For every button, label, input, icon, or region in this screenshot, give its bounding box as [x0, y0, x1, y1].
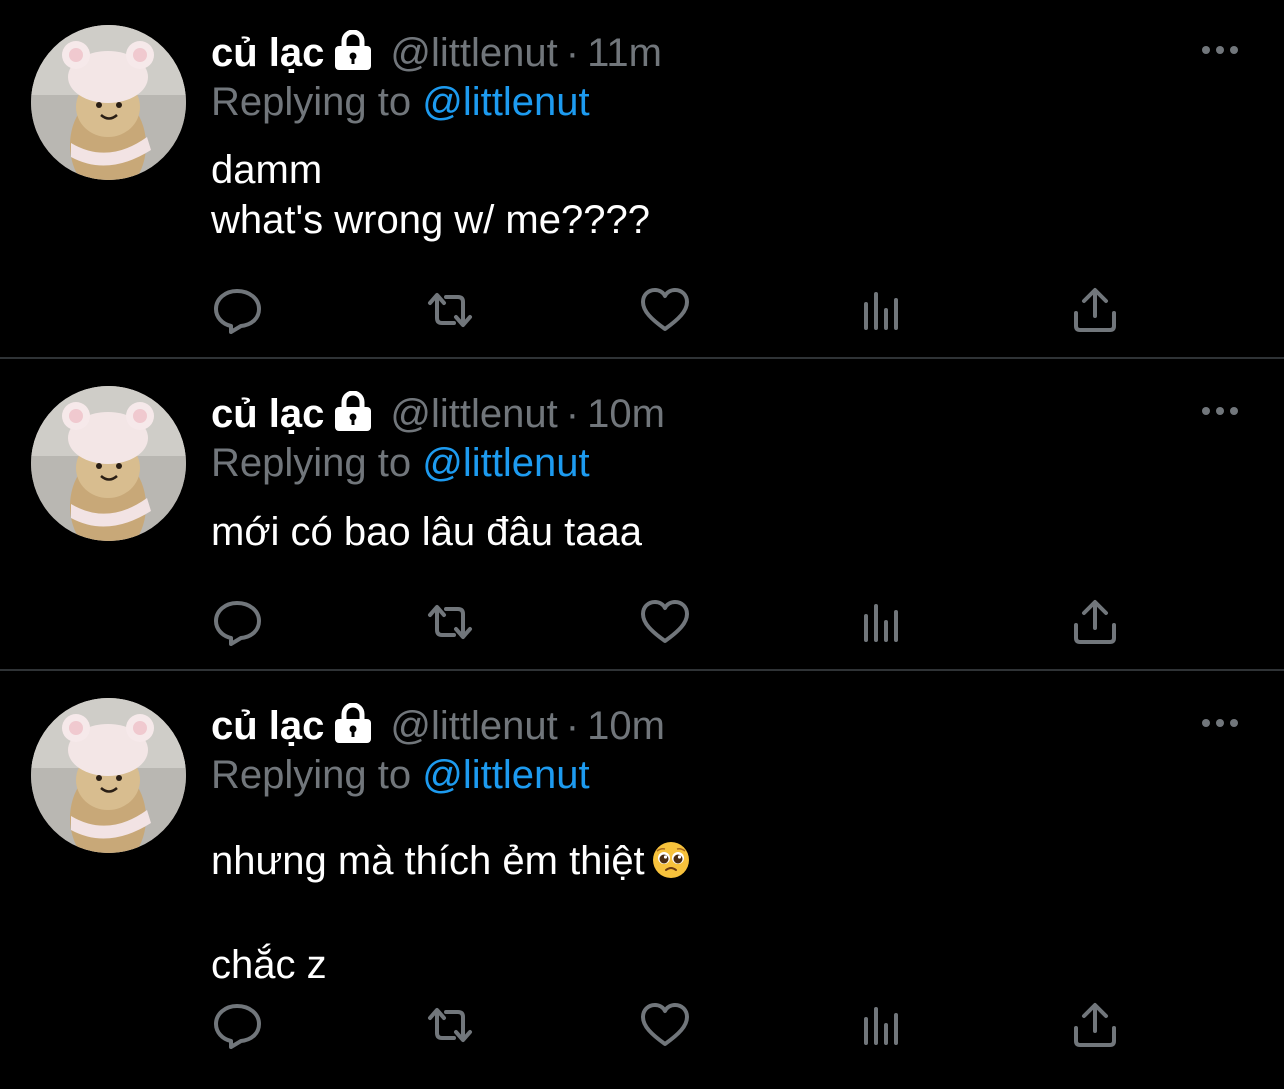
- user-handle[interactable]: @littlenut: [390, 31, 557, 75]
- timestamp[interactable]: 11m: [587, 31, 662, 75]
- lock-icon: [335, 30, 372, 70]
- share-icon: [1074, 600, 1116, 644]
- views-icon: [864, 1007, 898, 1045]
- share-icon: [1074, 1003, 1116, 1047]
- heart-icon: [641, 288, 689, 331]
- retweet-button[interactable]: [424, 1001, 476, 1049]
- replying-to-label: Replying to: [211, 753, 412, 797]
- like-button[interactable]: [639, 1001, 691, 1049]
- like-button[interactable]: [639, 598, 691, 646]
- tweet-text: damm what's wrong w/ me????: [211, 145, 650, 245]
- tweet-text-line-with-emoji: nhưng mà thích ẻm thiệt: [211, 835, 691, 887]
- tweet-actions: [211, 1001, 1131, 1051]
- avatar-image: [31, 698, 186, 853]
- tweet-header: củ lạc @littlenut · 11m: [211, 28, 662, 78]
- lock-icon: [335, 391, 372, 431]
- separator-dot: ·: [565, 31, 580, 75]
- separator-dot: ·: [565, 704, 580, 748]
- user-handle[interactable]: @littlenut: [390, 704, 557, 748]
- tweet[interactable]: củ lạc @littlenut · 10m Replying to @little…: [0, 361, 1284, 671]
- tweet[interactable]: củ lạc @littlenut · 10m Replying to @little…: [0, 673, 1284, 1089]
- retweet-icon: [428, 293, 472, 327]
- tweet-actions: [211, 286, 1131, 336]
- retweet-icon: [428, 1008, 472, 1042]
- views-icon: [864, 292, 898, 330]
- tweet-header: củ lạc @littlenut · 10m: [211, 701, 665, 751]
- views-icon: [864, 604, 898, 642]
- avatar-image: [31, 386, 186, 541]
- share-button[interactable]: [1069, 598, 1121, 646]
- tweet-actions: [211, 598, 1131, 648]
- display-name[interactable]: củ lạc: [211, 31, 324, 75]
- heart-icon: [641, 600, 689, 643]
- replying-to-line: Replying to @littlenut: [211, 78, 590, 126]
- reply-button[interactable]: [211, 286, 263, 334]
- share-button[interactable]: [1069, 1001, 1121, 1049]
- retweet-icon: [428, 605, 472, 639]
- replying-to-label: Replying to: [211, 80, 412, 124]
- tweet-text-blank-line: [211, 887, 691, 939]
- share-button[interactable]: [1069, 286, 1121, 334]
- reply-button[interactable]: [211, 1001, 263, 1049]
- pleading-face-emoji: [652, 842, 689, 878]
- replying-to-line: Replying to @littlenut: [211, 439, 590, 487]
- replying-to-label: Replying to: [211, 441, 412, 485]
- tweet-text-line: chắc z: [211, 943, 327, 987]
- avatar[interactable]: [31, 386, 186, 541]
- user-handle[interactable]: @littlenut: [390, 392, 557, 436]
- replying-to-link[interactable]: @littlenut: [422, 753, 589, 797]
- tweet-header: củ lạc @littlenut · 10m: [211, 389, 665, 439]
- tweet-text-line: damm: [211, 148, 323, 192]
- tweet-text-line: what's wrong w/ me????: [211, 198, 650, 242]
- avatar-image: [31, 25, 186, 180]
- display-name[interactable]: củ lạc: [211, 704, 324, 748]
- heart-icon: [641, 1003, 689, 1046]
- avatar[interactable]: [31, 698, 186, 853]
- more-options-icon[interactable]: [1196, 399, 1244, 423]
- reply-icon: [214, 1004, 261, 1049]
- tweet-text-line: nhưng mà thích ẻm thiệt: [211, 839, 645, 883]
- tweet[interactable]: củ lạc @littlenut · 11m Replying to @little…: [0, 0, 1284, 359]
- retweet-button[interactable]: [424, 598, 476, 646]
- separator-dot: ·: [565, 392, 580, 436]
- retweet-button[interactable]: [424, 286, 476, 334]
- timestamp[interactable]: 10m: [587, 704, 665, 748]
- like-button[interactable]: [639, 286, 691, 334]
- tweet-text: mới có bao lâu đâu taaa: [211, 507, 642, 557]
- more-options-icon[interactable]: [1196, 38, 1244, 62]
- replying-to-link[interactable]: @littlenut: [422, 80, 589, 124]
- views-button[interactable]: [854, 1001, 906, 1049]
- tweet-text: nhưng mà thích ẻm thiệt chắc z: [211, 835, 691, 991]
- replying-to-link[interactable]: @littlenut: [422, 441, 589, 485]
- reply-button[interactable]: [211, 598, 263, 646]
- reply-icon: [214, 289, 261, 334]
- reply-icon: [214, 601, 261, 646]
- views-button[interactable]: [854, 286, 906, 334]
- tweet-text-line: mới có bao lâu đâu taaa: [211, 510, 642, 554]
- lock-icon: [335, 703, 372, 743]
- share-icon: [1074, 288, 1116, 332]
- timestamp[interactable]: 10m: [587, 392, 665, 436]
- views-button[interactable]: [854, 598, 906, 646]
- display-name[interactable]: củ lạc: [211, 392, 324, 436]
- avatar[interactable]: [31, 25, 186, 180]
- replying-to-line: Replying to @littlenut: [211, 751, 590, 799]
- more-options-icon[interactable]: [1196, 711, 1244, 735]
